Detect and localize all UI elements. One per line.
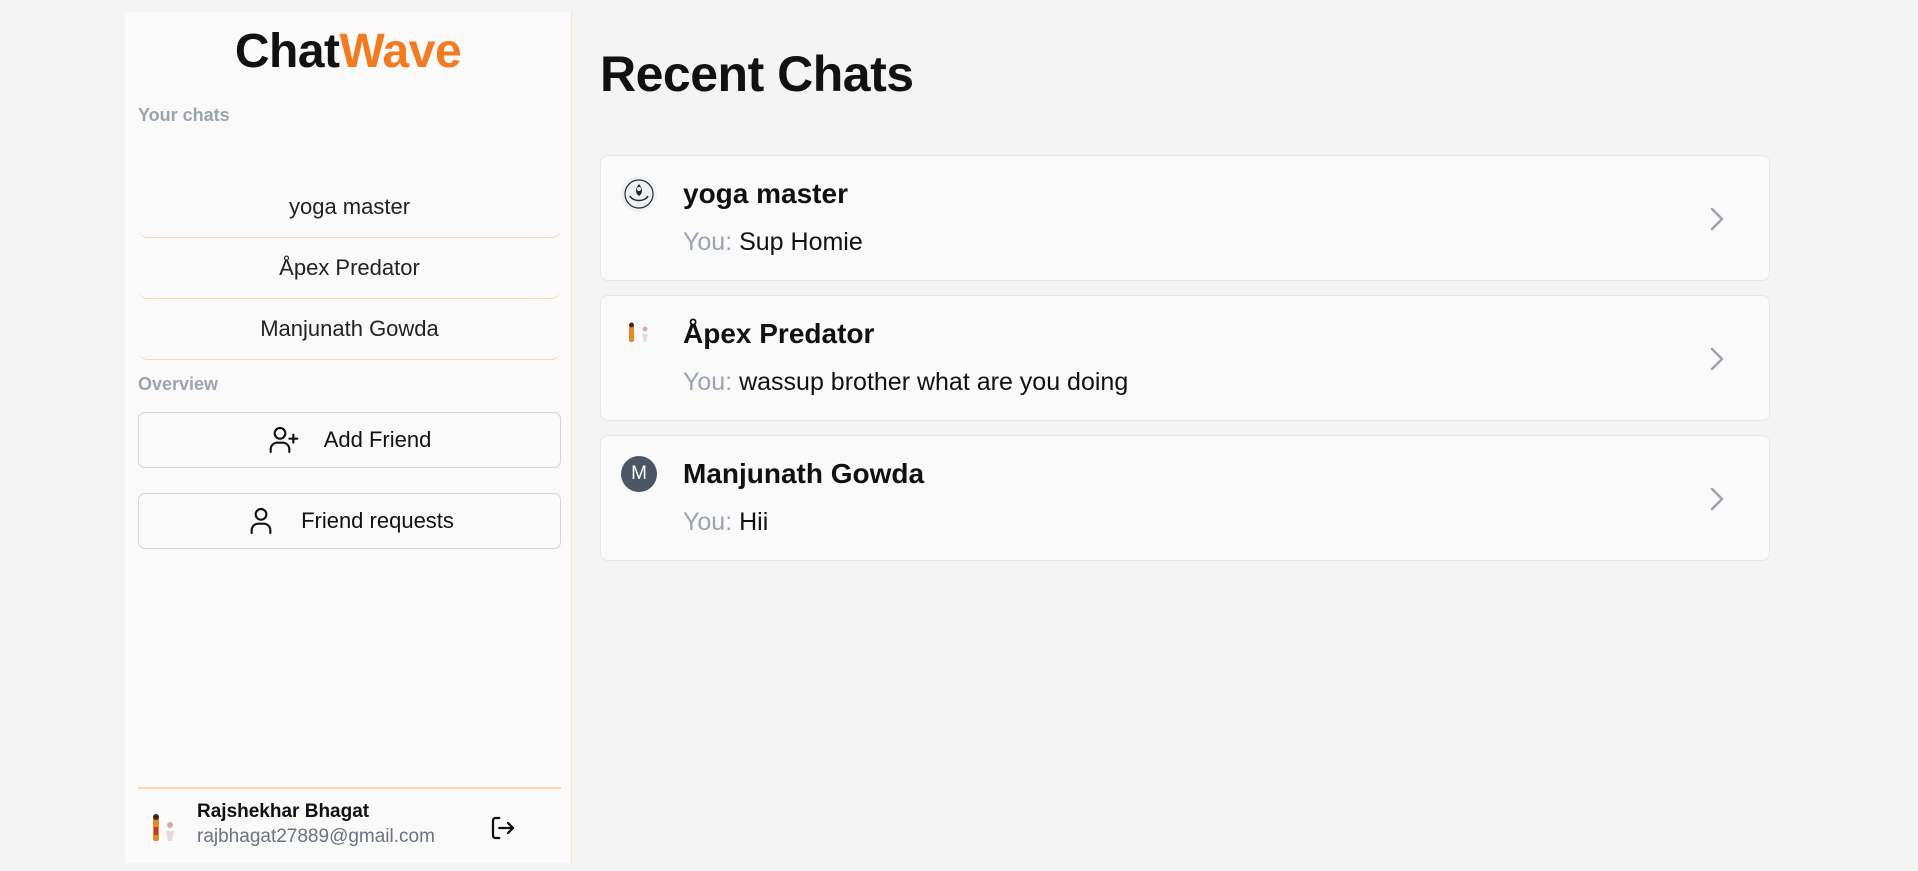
chat-card[interactable]: M Manjunath Gowda You: Hii	[600, 435, 1770, 561]
user-profile: Rajshekhar Bhagat rajbhagat27889@gmail.c…	[138, 787, 561, 865]
chat-card-preview: You: wassup brother what are you doing	[683, 368, 1128, 397]
user-icon	[250, 507, 272, 535]
chat-card-sender: You:	[683, 228, 733, 256]
chevron-right-icon	[1710, 347, 1724, 371]
chevron-right-icon	[1710, 487, 1724, 511]
chat-card-sender: You:	[683, 508, 733, 536]
page-title: Recent Chats	[600, 46, 914, 102]
user-name: Rajshekhar Bhagat	[197, 801, 370, 822]
user-email: rajbhagat27889@gmail.com	[197, 826, 435, 847]
logo-text-chat: Chat	[234, 25, 340, 78]
logout-icon[interactable]	[488, 813, 518, 843]
friend-requests-button[interactable]: Friend requests	[138, 493, 561, 549]
your-chats-label: Your chats	[138, 105, 230, 125]
sidebar-chat-item[interactable]: Åpex Predator	[138, 238, 561, 299]
chat-card-sender: You:	[683, 368, 733, 396]
user-plus-icon	[269, 426, 299, 454]
chat-card[interactable]: yoga master You: Sup Homie	[600, 155, 1770, 281]
chat-card-name: yoga master	[683, 178, 848, 209]
add-friend-label: Add Friend	[323, 427, 432, 452]
avatar	[621, 176, 657, 212]
chat-card-name: Åpex Predator	[683, 318, 875, 349]
avatar	[621, 316, 657, 352]
chevron-right-icon	[1710, 207, 1724, 231]
chat-card-message: Hii	[739, 508, 769, 536]
chat-card-name: Manjunath Gowda	[683, 458, 925, 489]
sidebar-chat-list: yoga master Åpex Predator Manjunath Gowd…	[138, 177, 561, 360]
add-friend-button[interactable]: Add Friend	[138, 412, 561, 468]
overview-label: Overview	[138, 374, 219, 394]
chat-card[interactable]: Åpex Predator You: wassup brother what a…	[600, 295, 1770, 421]
chat-card-message: wassup brother what are you doing	[739, 368, 1129, 396]
logo-text-wave: Wave	[339, 25, 462, 78]
sidebar: ChatWave Your chats yoga master Åpex Pre…	[125, 12, 572, 863]
sidebar-chat-item[interactable]: yoga master	[138, 177, 561, 238]
avatar: M	[621, 456, 657, 492]
chat-card-preview: You: Hii	[683, 508, 768, 537]
avatar	[146, 811, 182, 847]
sidebar-chat-label: Manjunath Gowda	[260, 316, 439, 341]
chat-card-message: Sup Homie	[739, 228, 863, 256]
sidebar-chat-label: yoga master	[288, 194, 411, 219]
app-logo[interactable]: ChatWave	[125, 22, 571, 82]
chat-card-preview: You: Sup Homie	[683, 228, 863, 257]
sidebar-chat-item[interactable]: Manjunath Gowda	[138, 299, 561, 360]
friend-requests-label: Friend requests	[301, 508, 454, 533]
sidebar-chat-label: Åpex Predator	[279, 255, 420, 280]
avatar-initial: M	[631, 463, 647, 484]
